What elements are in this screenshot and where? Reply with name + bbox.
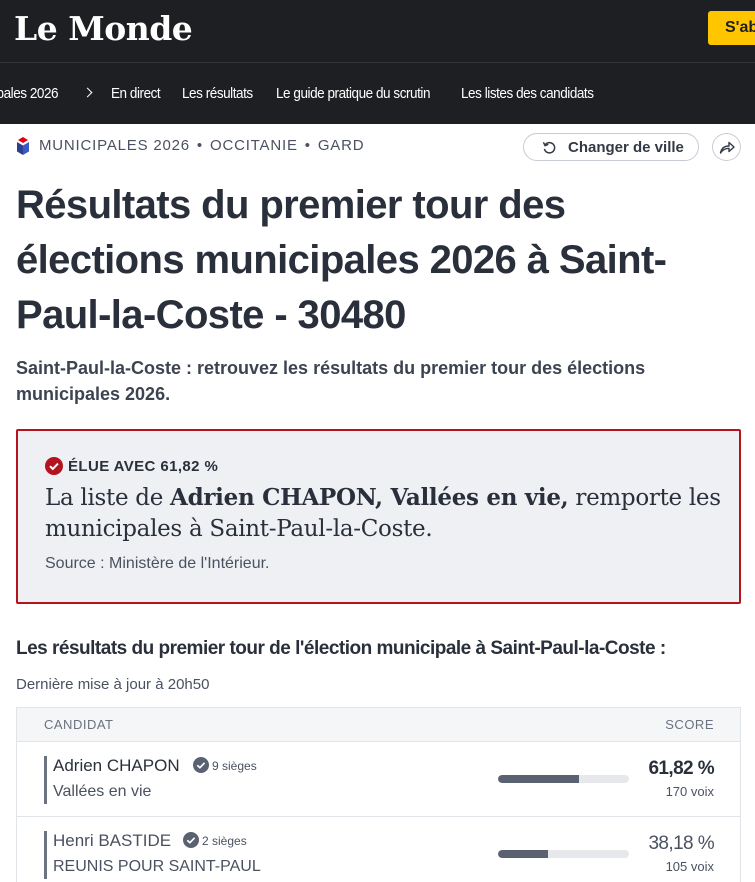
breadcrumb-occitanie[interactable]: OCCITANIE <box>210 137 298 154</box>
page-title: Résultats du premier tour des élections … <box>16 178 741 343</box>
score-percent: 61,82 % <box>648 758 714 779</box>
breadcrumb-separator: • <box>196 137 203 154</box>
breadcrumb: MUNICIPALES 2026 • OCCITANIE • GARD <box>39 137 364 154</box>
table-row[interactable]: Henri BASTIDE 2 sièges REUNIS POUR SAINT… <box>17 817 740 882</box>
candidate-name: Adrien CHAPON <box>53 756 180 775</box>
seats-count: 9 sièges <box>212 759 257 773</box>
verified-check-icon <box>183 832 199 848</box>
votes-count: 105 voix <box>665 859 714 874</box>
score-percent: 38,18 % <box>648 833 714 854</box>
column-header-score: SCORE <box>665 717 714 732</box>
results-table: CANDIDAT SCORE Adrien CHAPON 9 sièges Va… <box>16 707 741 882</box>
score-bar-fill <box>498 775 579 783</box>
refresh-icon <box>542 141 556 154</box>
nav-item-guide[interactable]: Le guide pratique du scrutin <box>276 85 430 102</box>
list-name: REUNIS POUR SAINT-PAUL <box>53 858 261 875</box>
list-color-stripe <box>44 756 47 804</box>
elected-list-name: Adrien CHAPON, Vallées en vie, <box>170 484 569 511</box>
results-title: Les résultats du premier tour de l'élect… <box>16 638 666 659</box>
ballot-box-icon <box>17 137 29 155</box>
chevron-right-icon <box>82 87 93 98</box>
table-row[interactable]: Adrien CHAPON 9 sièges Vallées en vie 61… <box>17 742 740 817</box>
change-city-label: Changer de ville <box>568 139 684 156</box>
title-suffix: - 30480 <box>263 293 406 337</box>
nav-item-listes[interactable]: Les listes des candidats <box>461 85 594 102</box>
site-logo[interactable]: Le Monde <box>14 9 193 48</box>
section-nav: ipales 2026 En direct Les résultats Le g… <box>0 62 755 124</box>
breadcrumb-separator: • <box>304 137 311 154</box>
subscribe-button[interactable]: S'ab <box>708 11 755 45</box>
change-city-button[interactable]: Changer de ville <box>523 133 699 161</box>
score-bar-fill <box>498 850 549 858</box>
share-button[interactable] <box>712 133 741 161</box>
page-subtitle: Saint-Paul-la-Coste : retrouvez les résu… <box>16 358 646 404</box>
list-color-stripe <box>44 831 47 879</box>
check-badge-icon <box>45 457 63 475</box>
candidate-name: Henri BASTIDE <box>53 831 172 850</box>
share-icon <box>719 141 735 154</box>
last-updated: Dernière mise à jour à 20h50 <box>16 676 210 693</box>
nav-item-resultats[interactable]: Les résultats <box>182 85 253 102</box>
score-bar <box>498 850 629 858</box>
list-name: Vallées en vie <box>53 783 152 800</box>
elected-text-prefix: La liste de <box>45 485 171 511</box>
source-note: Source : Ministère de l'Intérieur. <box>45 555 270 572</box>
table-header: CANDIDAT SCORE <box>17 708 740 742</box>
site-header: Le Monde S'ab <box>0 0 755 62</box>
score-bar <box>498 775 629 783</box>
elected-text: La liste de Adrien CHAPON, Vallées en vi… <box>45 482 725 545</box>
breadcrumb-gard[interactable]: GARD <box>318 137 365 154</box>
nav-item-en-direct[interactable]: En direct <box>111 85 161 102</box>
breadcrumb-municipales[interactable]: MUNICIPALES 2026 <box>39 137 190 154</box>
elected-card: ÉLUE AVEC 61,82 % La liste de Adrien CHA… <box>16 429 741 604</box>
votes-count: 170 voix <box>665 784 714 799</box>
elected-label: ÉLUE AVEC 61,82 % <box>68 458 219 475</box>
nav-item-municipales[interactable]: ipales 2026 <box>0 85 59 102</box>
column-header-candidate: CANDIDAT <box>44 717 114 732</box>
title-prefix: Résultats du premier tour des élections … <box>16 183 566 282</box>
verified-check-icon <box>193 757 209 773</box>
seats-count: 2 sièges <box>202 834 247 848</box>
